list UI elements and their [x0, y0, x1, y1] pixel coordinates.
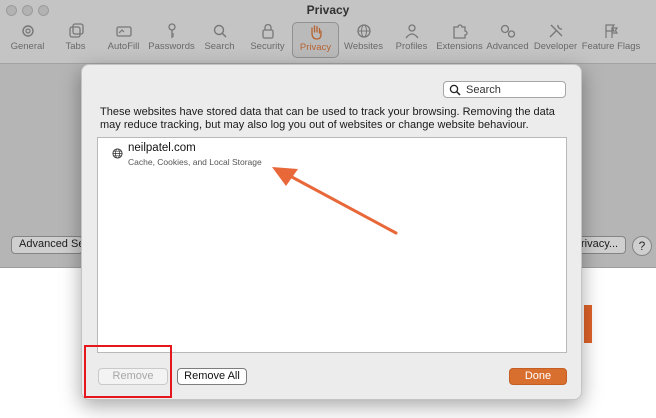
person-icon [404, 24, 419, 39]
tab-passwords[interactable]: Passwords [148, 22, 195, 58]
hand-icon [310, 25, 322, 40]
annotation-highlight-box [84, 345, 172, 398]
tab-label: Websites [344, 41, 383, 52]
site-data-types: Cache, Cookies, and Local Storage [128, 157, 262, 167]
globe-icon [112, 148, 123, 159]
tab-label: Passwords [148, 41, 195, 52]
tab-extensions[interactable]: Extensions [436, 22, 483, 58]
search-icon [449, 84, 461, 96]
gear-icon [21, 25, 34, 37]
tab-label: Extensions [436, 41, 483, 52]
website-list[interactable]: neilpatel.com Cache, Cookies, and Local … [97, 137, 567, 353]
advanced-settings-button[interactable]: Advanced Se [11, 236, 83, 254]
search-input[interactable] [466, 83, 561, 96]
tab-feature-flags[interactable]: Feature Flags [580, 22, 642, 58]
tab-label: Advanced [486, 41, 529, 52]
tab-search[interactable]: Search [196, 22, 243, 58]
tab-label: Feature Flags [581, 41, 641, 52]
tab-label: Developer [533, 41, 578, 52]
window-titlebar: Privacy General Tabs AutoFill Passwords … [0, 0, 656, 64]
search-icon [213, 24, 227, 38]
tab-label: General [10, 41, 45, 52]
autofill-icon [115, 26, 132, 37]
key-icon [167, 23, 176, 38]
lock-icon [261, 23, 274, 39]
tab-label: Profiles [395, 41, 428, 52]
tabs-icon [68, 23, 84, 38]
tab-websites[interactable]: Websites [340, 22, 387, 58]
globe-icon [356, 24, 371, 38]
preferences-toolbar: General Tabs AutoFill Passwords Search S… [4, 22, 643, 60]
description-text: These websites have stored data that can… [100, 106, 555, 131]
wrench-icon [549, 24, 562, 38]
tab-label: Tabs [65, 41, 86, 52]
tab-label: Search [204, 41, 235, 52]
flags-icon [605, 24, 619, 38]
tab-profiles[interactable]: Profiles [388, 22, 435, 58]
tab-developer[interactable]: Developer [532, 22, 579, 58]
gears-icon [500, 24, 515, 38]
tab-label: Security [250, 41, 285, 52]
tab-label: Privacy [299, 42, 332, 53]
remove-all-button[interactable]: Remove All [177, 368, 247, 385]
tab-privacy[interactable]: Privacy [292, 22, 339, 58]
list-item[interactable]: neilpatel.com Cache, Cookies, and Local … [98, 138, 566, 172]
tab-security[interactable]: Security [244, 22, 291, 58]
background-accent-edge [584, 305, 592, 343]
tab-advanced[interactable]: Advanced [484, 22, 531, 58]
window-title: Privacy [306, 3, 350, 17]
tab-autofill[interactable]: AutoFill [100, 22, 147, 58]
tab-tabs[interactable]: Tabs [52, 22, 99, 58]
done-button[interactable]: Done [509, 368, 567, 385]
site-name: neilpatel.com [128, 142, 196, 154]
tab-general[interactable]: General [4, 22, 51, 58]
search-field[interactable] [443, 81, 566, 98]
help-button[interactable]: ? [632, 236, 652, 256]
tab-label: AutoFill [107, 41, 140, 52]
puzzle-icon [452, 24, 468, 39]
